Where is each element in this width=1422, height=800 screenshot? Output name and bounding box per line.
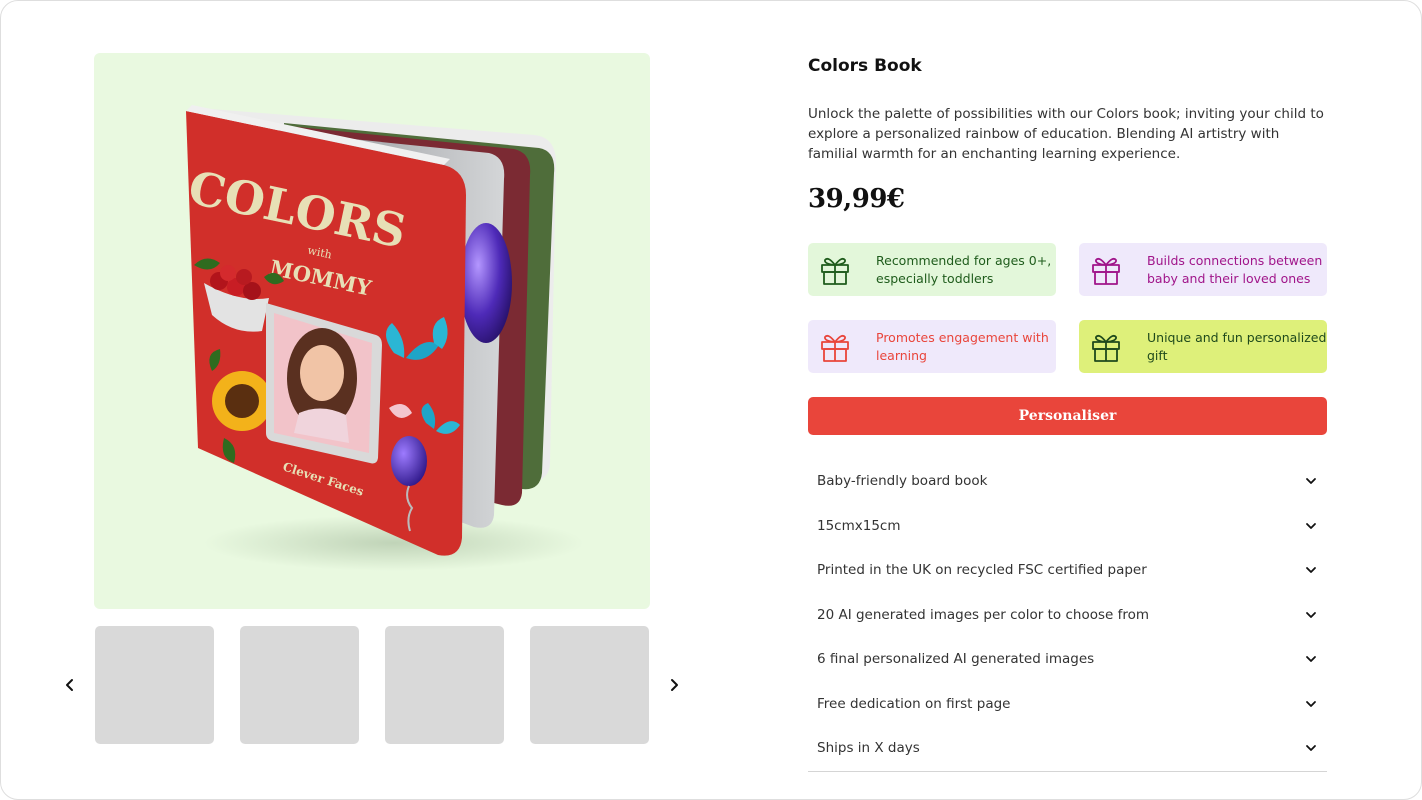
chevron-right-icon — [671, 679, 678, 691]
accordion-item-ai-images[interactable]: 20 AI generated images per color to choo… — [808, 593, 1327, 637]
feature-text: Unique and fun personalized gift — [1147, 330, 1327, 363]
accordion-item-board-book[interactable]: Baby-friendly board book — [808, 459, 1327, 503]
chevron-down-icon — [1306, 567, 1316, 573]
accordion-item-printed-uk[interactable]: Printed in the UK on recycled FSC certif… — [808, 548, 1327, 592]
inner-balloon — [460, 223, 512, 343]
accordion-label: Printed in the UK on recycled FSC certif… — [817, 562, 1147, 578]
personalise-button[interactable]: Personaliser — [808, 397, 1327, 435]
chevron-down-icon — [1306, 478, 1316, 484]
accordion-item-shipping[interactable]: Ships in X days — [808, 726, 1327, 770]
accordion-item-size[interactable]: 15cmx15cm — [808, 504, 1327, 548]
feature-text: Builds connections between baby and thei… — [1147, 253, 1323, 286]
chevron-left-icon — [66, 679, 73, 691]
feature-unique-gift: Unique and fun personalized gift — [1079, 320, 1327, 373]
gallery-thumbnail-2[interactable] — [240, 626, 359, 744]
feature-engagement: Promotes engagement with learning — [808, 320, 1056, 373]
accordion-item-final-images[interactable]: 6 final personalized AI generated images — [808, 637, 1327, 681]
product-description: Unlock the palette of possibilities with… — [808, 106, 1324, 162]
chevron-down-icon — [1306, 701, 1316, 707]
gift-icon — [821, 334, 849, 362]
accordion-label: Ships in X days — [817, 740, 920, 756]
chevron-down-icon — [1306, 745, 1316, 751]
product-main-image: COLORS with MOMMY Clever Faces — [94, 53, 650, 609]
accordion-label: 20 AI generated images per color to choo… — [817, 607, 1150, 623]
book-illustration: COLORS with MOMMY Clever Faces — [184, 105, 584, 571]
accordion-item-dedication[interactable]: Free dedication on first page — [808, 682, 1327, 726]
accordion-label: 15cmx15cm — [817, 518, 901, 534]
chevron-down-icon — [1306, 523, 1316, 529]
gallery-thumbnail-4[interactable] — [530, 626, 649, 744]
accordion-label: Free dedication on first page — [817, 696, 1011, 712]
chevron-down-icon — [1306, 612, 1316, 618]
feature-age-recommendation: Recommended for ages 0+, especially todd… — [808, 243, 1056, 296]
gift-icon — [1092, 257, 1120, 285]
feature-text: Recommended for ages 0+, especially todd… — [876, 253, 1052, 286]
gallery-thumbnail-3[interactable] — [385, 626, 504, 744]
accordion-label: Baby-friendly board book — [817, 473, 988, 489]
gallery-next-button[interactable] — [664, 674, 684, 696]
gallery-prev-button[interactable] — [60, 674, 80, 696]
gallery-thumbnail-1[interactable] — [95, 626, 214, 744]
accordion-label: 6 final personalized AI generated images — [817, 651, 1095, 667]
product-title: Colors Book — [808, 56, 922, 76]
product-price: 39,99€ — [808, 184, 905, 214]
gift-icon — [1092, 334, 1120, 362]
gift-icon — [821, 257, 849, 285]
accordion-divider — [808, 771, 1327, 772]
chevron-down-icon — [1306, 656, 1316, 662]
feature-connections: Builds connections between baby and thei… — [1079, 243, 1327, 296]
feature-text: Promotes engagement with learning — [876, 330, 1049, 363]
